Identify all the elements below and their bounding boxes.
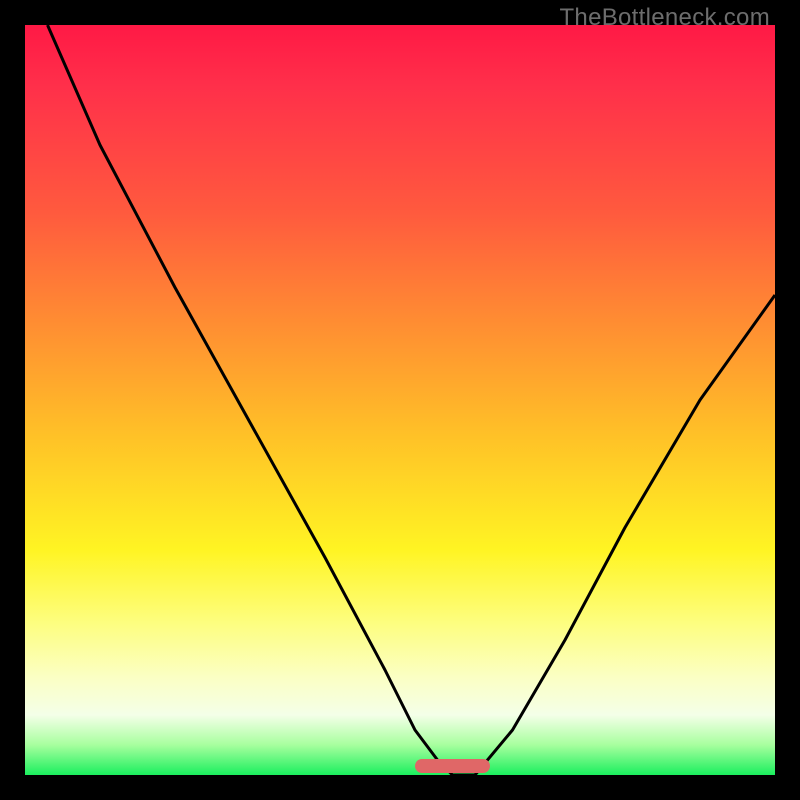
bottleneck-curve-path xyxy=(48,25,776,775)
curve-layer xyxy=(25,25,775,775)
plot-area xyxy=(25,25,775,775)
chart-frame: TheBottleneck.com xyxy=(0,0,800,800)
optimal-marker xyxy=(415,759,490,773)
